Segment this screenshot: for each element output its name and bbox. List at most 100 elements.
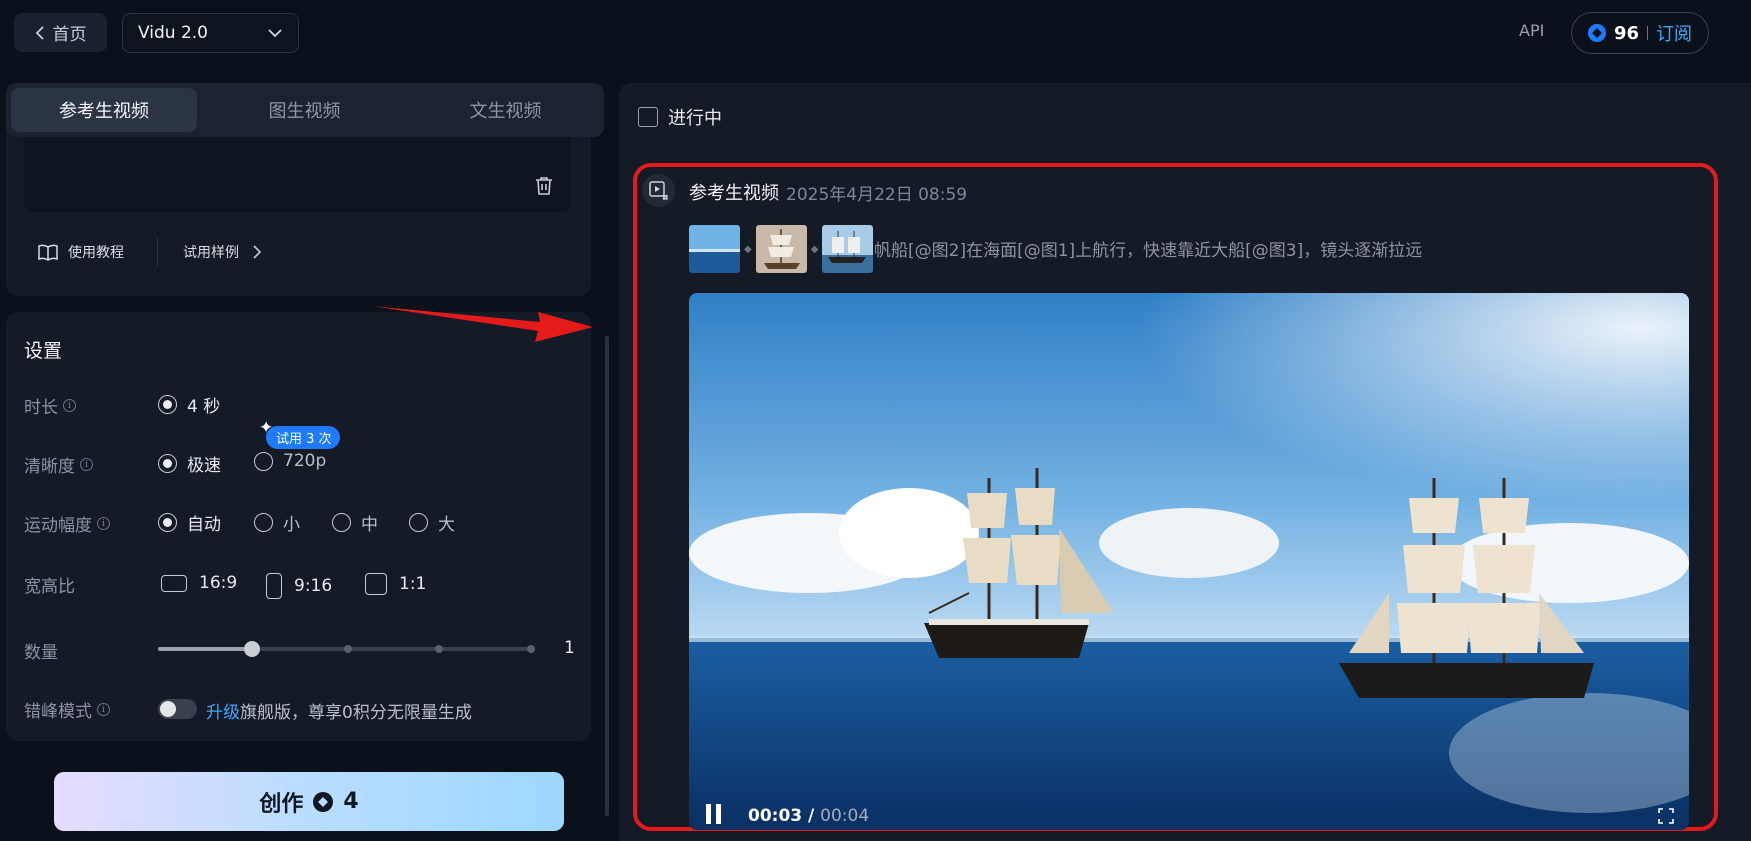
create-button[interactable]: 创作 4 [54, 772, 564, 831]
create-label: 创作 [259, 791, 304, 817]
reference-image-sea[interactable] [689, 225, 740, 273]
radio-unselected [409, 513, 428, 532]
motion-option-small[interactable]: 小 [254, 510, 300, 535]
info-icon[interactable]: i [97, 517, 110, 530]
api-link[interactable]: API [1519, 21, 1544, 40]
offpeak-description: 升级旗舰版，尊享0积分无限量生成 [206, 698, 472, 723]
video-controls: 00:03 / 00:04 [706, 804, 869, 828]
trash-icon[interactable] [535, 176, 553, 199]
model-select[interactable]: Vidu 2.0 [122, 13, 299, 53]
quantity-label: 数量 [24, 638, 58, 663]
offpeak-text: 旗舰版，尊享0积分无限量生成 [240, 703, 472, 723]
credit-separator [1647, 26, 1649, 40]
duration-label: 时长 i [24, 393, 76, 418]
tutorial-link[interactable]: 使用教程 [38, 242, 124, 262]
subscribe-link[interactable]: 订阅 [1656, 20, 1692, 46]
resolution-label: 清晰度 i [24, 452, 93, 477]
info-icon[interactable]: i [97, 703, 110, 716]
toggle-knob [160, 701, 176, 717]
reference-thumbnails: ◆ ◆ [689, 225, 874, 273]
video-frame [689, 293, 1689, 830]
upgrade-link[interactable]: 升级 [206, 703, 240, 723]
square-icon [365, 573, 387, 595]
create-cost: 4 [343, 789, 359, 814]
prompt-input[interactable] [24, 137, 571, 212]
slider-step [344, 645, 352, 653]
card-title: 参考生视频 [689, 183, 779, 204]
aspect-option-9-16[interactable]: 9:16 [266, 573, 332, 599]
examples-link[interactable]: 试用样例 [183, 242, 261, 262]
duration-option-4s[interactable]: 4 秒 [158, 392, 220, 417]
divider [157, 238, 158, 266]
mode-tabs: 参考生视频 图生视频 文生视频 [6, 83, 604, 137]
tab-image-to-video[interactable]: 图生视频 [197, 88, 412, 132]
in-progress-filter[interactable]: 进行中 [638, 104, 722, 130]
aspect-option-label: 9:16 [294, 576, 333, 596]
trial-badge: 试用 3 次 [266, 426, 340, 449]
chevron-down-icon [268, 28, 282, 37]
model-value: Vidu 2.0 [138, 23, 208, 43]
result-video[interactable] [689, 293, 1689, 830]
link-dot-icon: ◆ [810, 243, 819, 255]
settings-title: 设置 [24, 340, 63, 362]
resolution-option-fast[interactable]: 极速 [158, 451, 221, 476]
aspect-option-label: 1:1 [399, 574, 427, 594]
offpeak-label-text: 错峰模式 [24, 702, 92, 722]
credit-balance: 96 [1614, 22, 1640, 44]
aspect-label-text: 宽高比 [24, 577, 75, 597]
aspect-label: 宽高比 [24, 572, 75, 597]
aspect-option-1-1[interactable]: 1:1 [365, 573, 426, 595]
quantity-value: 1 [564, 638, 575, 658]
motion-label: 运动幅度 i [24, 511, 110, 536]
info-icon[interactable]: i [63, 399, 76, 412]
tutorial-label: 使用教程 [68, 245, 124, 261]
annotation-arrow [370, 300, 595, 349]
portrait-icon [266, 573, 282, 599]
card-timestamp: 2025年4月22日 08:59 [786, 185, 968, 205]
duration-option-label: 4 秒 [187, 397, 221, 417]
pause-icon[interactable] [706, 804, 726, 828]
home-button[interactable]: 首页 [14, 13, 107, 52]
checkbox[interactable] [638, 107, 658, 127]
offpeak-label: 错峰模式 i [24, 697, 110, 722]
left-scrollbar[interactable] [605, 336, 609, 816]
examples-label: 试用样例 [183, 245, 239, 261]
tab-text-to-video[interactable]: 文生视频 [412, 88, 599, 132]
reference-image-ship[interactable] [822, 225, 874, 273]
slider-step [435, 645, 443, 653]
resolution-label-text: 清晰度 [24, 457, 75, 477]
motion-option-medium[interactable]: 中 [332, 510, 378, 535]
radio-unselected [254, 451, 273, 471]
duration-label-text: 时长 [24, 398, 58, 418]
radio-selected [158, 395, 177, 414]
aspect-option-16-9[interactable]: 16:9 [161, 573, 237, 593]
radio-selected [158, 454, 177, 473]
motion-option-label: 小 [283, 515, 300, 535]
video-total-time: 00:04 [820, 806, 870, 826]
offpeak-toggle[interactable] [158, 699, 197, 719]
motion-option-label: 中 [361, 515, 378, 535]
radio-selected [158, 513, 177, 532]
tab-reference-video[interactable]: 参考生视频 [11, 88, 197, 132]
quantity-slider-knob[interactable] [243, 641, 260, 657]
radio-unselected [332, 513, 351, 532]
in-progress-label: 进行中 [668, 108, 722, 129]
fullscreen-icon[interactable] [1658, 808, 1674, 828]
chevron-left-icon [35, 25, 44, 40]
chevron-right-icon [253, 245, 261, 259]
info-icon[interactable]: i [80, 458, 93, 471]
video-time-separator: / [802, 806, 821, 826]
credit-icon [1588, 24, 1606, 42]
credit-pill: 96 订阅 [1571, 12, 1709, 54]
motion-option-large[interactable]: 大 [409, 510, 455, 535]
motion-option-auto[interactable]: 自动 [158, 510, 221, 535]
book-icon [38, 244, 58, 261]
link-dot-icon: ◆ [744, 243, 752, 255]
quantity-slider-fill [158, 647, 252, 651]
video-current-time: 00:03 [748, 806, 803, 826]
motion-label-text: 运动幅度 [24, 516, 92, 536]
reference-image-sailboat[interactable] [755, 225, 807, 273]
quantity-label-text: 数量 [24, 643, 58, 663]
resolution-option-720p[interactable]: 720p [254, 451, 326, 471]
slider-step [527, 645, 535, 653]
